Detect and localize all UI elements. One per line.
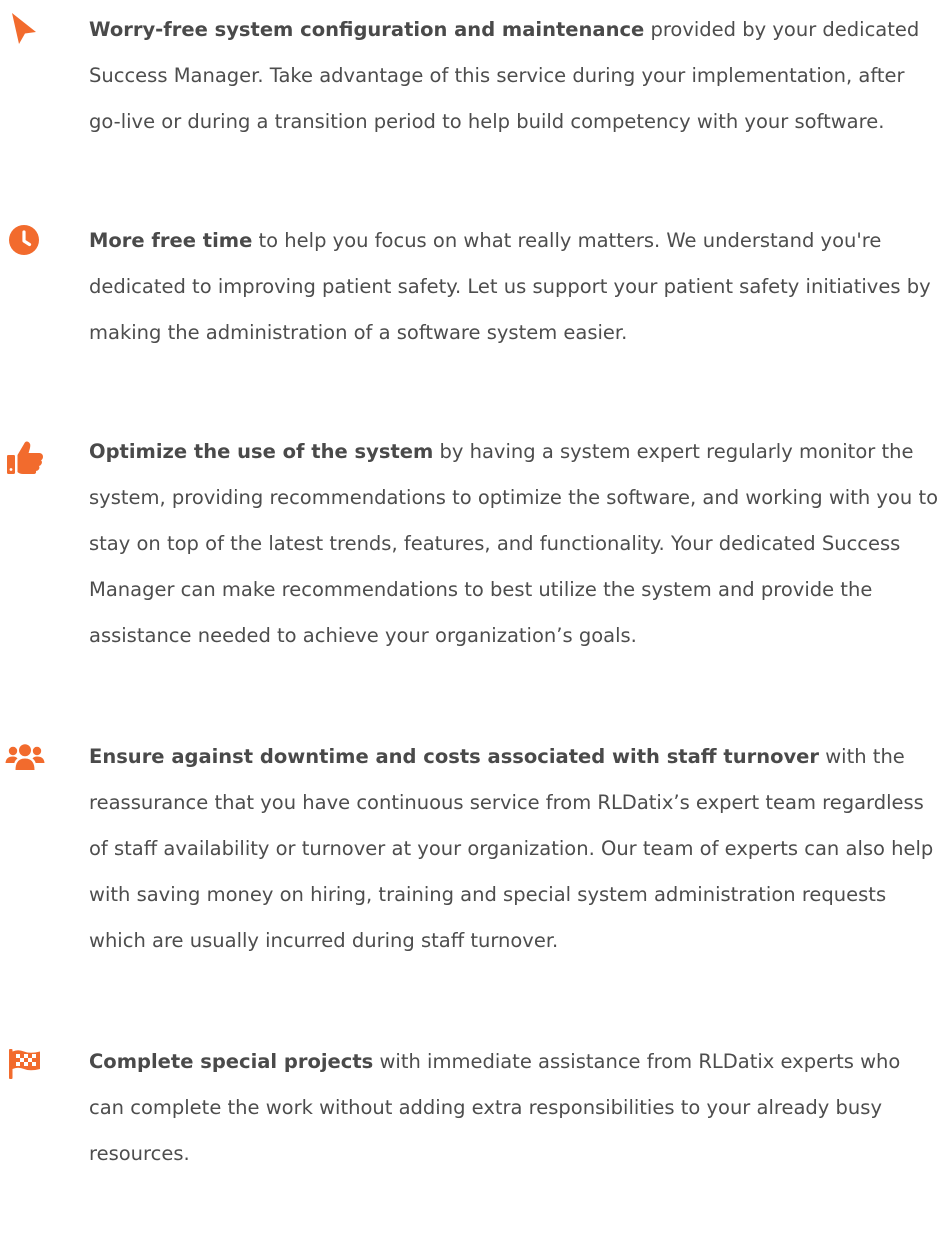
benefit-body: with the reassurance that you have conti… — [89, 745, 934, 952]
benefit-title: Optimize the use of the system — [89, 440, 434, 463]
benefit-title: Ensure against downtime and costs associ… — [89, 745, 820, 768]
cursor-icon — [10, 12, 38, 46]
benefits-list: Worry-free system configuration and main… — [0, 0, 944, 1241]
benefit-body: by having a system expert regularly moni… — [89, 440, 939, 647]
benefit-text: Optimize the use of the system by having… — [89, 429, 939, 659]
clock-icon — [8, 224, 40, 256]
benefit-title: Complete special projects — [89, 1050, 374, 1073]
benefit-text: Ensure against downtime and costs associ… — [89, 734, 939, 964]
users-icon — [5, 743, 45, 771]
thumbs-up-icon — [6, 439, 44, 475]
benefit-title: Worry-free system configuration and main… — [89, 18, 645, 41]
benefit-text: More free time to help you focus on what… — [89, 218, 939, 356]
benefit-title: More free time — [89, 229, 253, 252]
benefit-text: Worry-free system configuration and main… — [89, 7, 939, 145]
checkered-flag-icon — [8, 1049, 42, 1079]
benefit-text: Complete special projects with immediate… — [89, 1039, 939, 1177]
